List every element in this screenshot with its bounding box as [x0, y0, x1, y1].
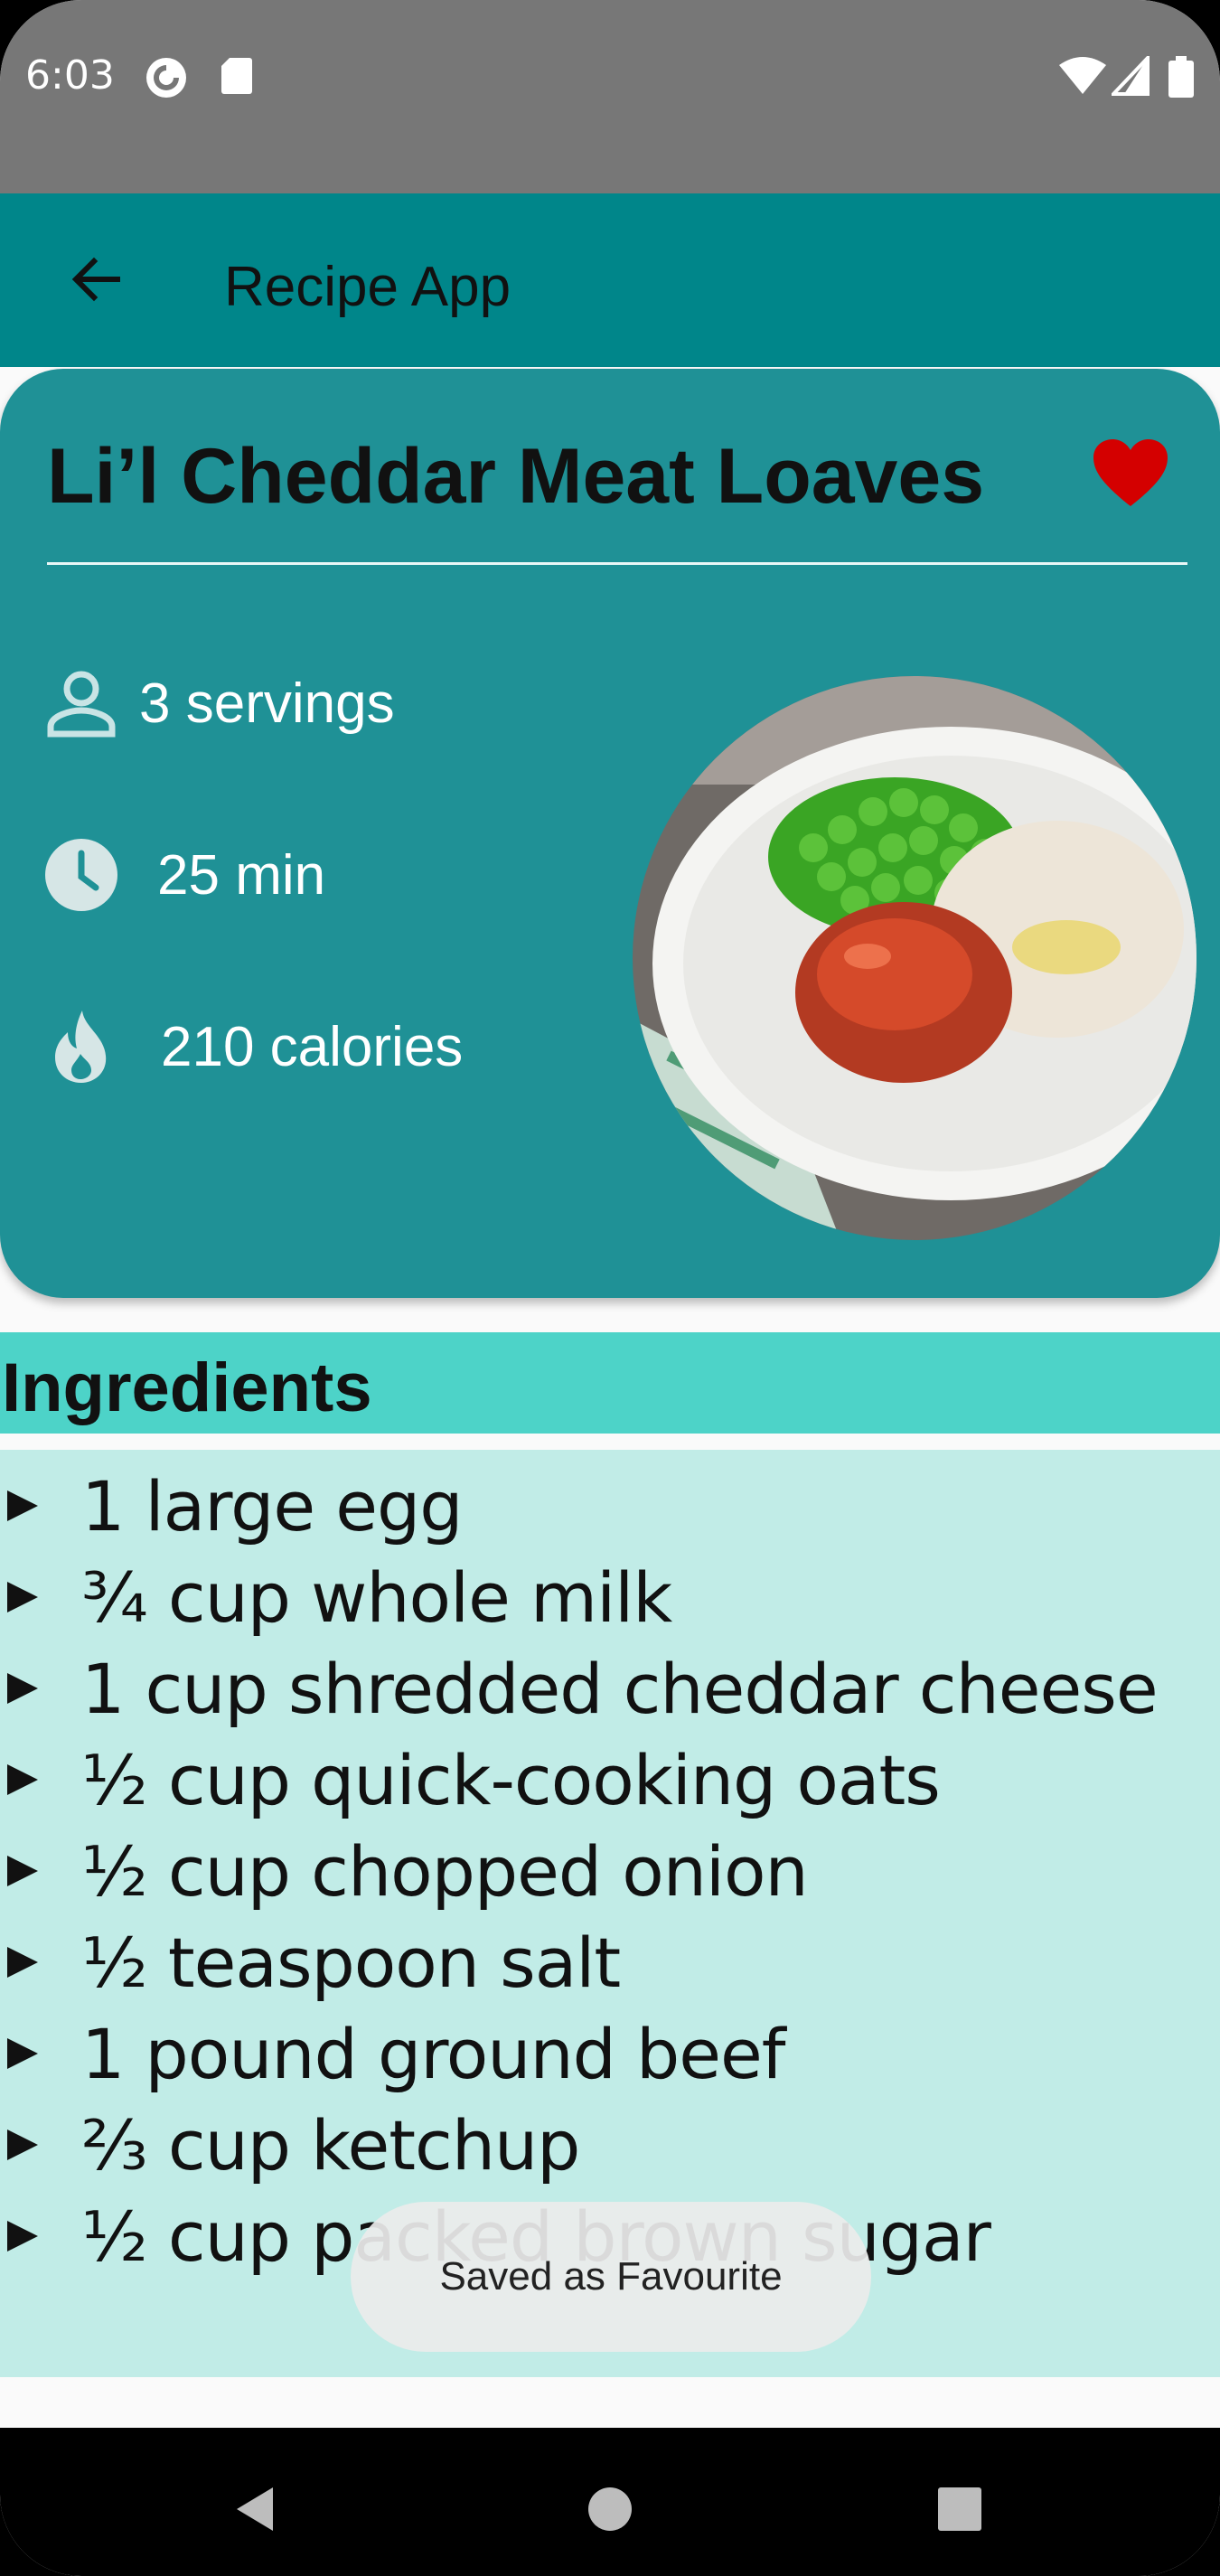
ingredient-item: ½ cup chopped onion	[0, 1826, 1220, 1916]
status-bar: 6:03	[0, 0, 1220, 193]
pocket-casts-icon	[146, 58, 186, 98]
calories-text: 210 calories	[161, 1015, 464, 1078]
heart-icon	[1093, 439, 1168, 506]
bullet-arrow-icon	[7, 1947, 38, 1978]
nav-back-button[interactable]	[210, 2464, 300, 2554]
status-time: 6:03	[25, 52, 115, 99]
bullet-arrow-icon	[7, 2038, 38, 2069]
arrow-back-icon	[71, 257, 120, 302]
back-button[interactable]	[51, 234, 141, 324]
flame-icon	[40, 1005, 123, 1088]
navigation-bar	[0, 2428, 1220, 2576]
bullet-arrow-icon	[7, 2221, 38, 2252]
person-icon	[40, 662, 123, 745]
toast: Saved as Favourite	[351, 2202, 871, 2352]
recipe-photo	[633, 676, 1197, 1240]
clock-icon	[40, 833, 123, 917]
bullet-arrow-icon	[7, 1490, 38, 1521]
toast-message: Saved as Favourite	[439, 2254, 783, 2299]
bullet-arrow-icon	[7, 1582, 38, 1612]
sd-card-icon	[221, 58, 252, 94]
servings-row: 3 servings	[40, 658, 395, 748]
back-nav-icon	[237, 2487, 273, 2531]
ingredient-item: ⅔ cup ketchup	[0, 2100, 1220, 2190]
app-title: Recipe App	[224, 256, 511, 318]
bullet-arrow-icon	[7, 1856, 38, 1886]
bullet-arrow-icon	[7, 2129, 38, 2160]
ingredient-item: 1 pound ground beef	[0, 2008, 1220, 2099]
time-text: 25 min	[157, 843, 326, 907]
nav-home-button[interactable]	[565, 2464, 655, 2554]
ingredient-item: ¾ cup whole milk	[0, 1552, 1220, 1642]
bullet-arrow-icon	[7, 1764, 38, 1795]
favourite-button[interactable]	[1092, 437, 1169, 510]
servings-text: 3 servings	[139, 672, 395, 735]
ingredients-title: Ingredients	[2, 1349, 372, 1426]
title-divider	[47, 562, 1187, 565]
recents-nav-icon	[938, 2487, 981, 2531]
ingredient-item: 1 cup shredded cheddar cheese	[0, 1643, 1220, 1734]
recipe-card: Li’l Cheddar Meat Loaves 3 servings 25 m…	[0, 369, 1220, 1298]
recipe-title: Li’l Cheddar Meat Loaves	[47, 433, 985, 520]
signal-icon	[1112, 56, 1150, 96]
ingredient-item: ½ cup quick-cooking oats	[0, 1735, 1220, 1825]
nav-recents-button[interactable]	[915, 2464, 1005, 2554]
app-bar: Recipe App	[0, 193, 1220, 367]
ingredient-item: ½ teaspoon salt	[0, 1917, 1220, 2007]
time-row: 25 min	[40, 830, 325, 920]
phone-screen: 6:03 Recipe App Li’l Cheddar Meat Loaves…	[0, 0, 1220, 2576]
ingredients-header: Ingredients	[0, 1332, 1220, 1434]
battery-icon	[1168, 56, 1194, 98]
wifi-icon	[1059, 57, 1106, 94]
ingredient-item: 1 large egg	[0, 1461, 1220, 1551]
home-nav-icon	[588, 2487, 632, 2531]
bullet-arrow-icon	[7, 1673, 38, 1704]
calories-row: 210 calories	[40, 1001, 463, 1092]
